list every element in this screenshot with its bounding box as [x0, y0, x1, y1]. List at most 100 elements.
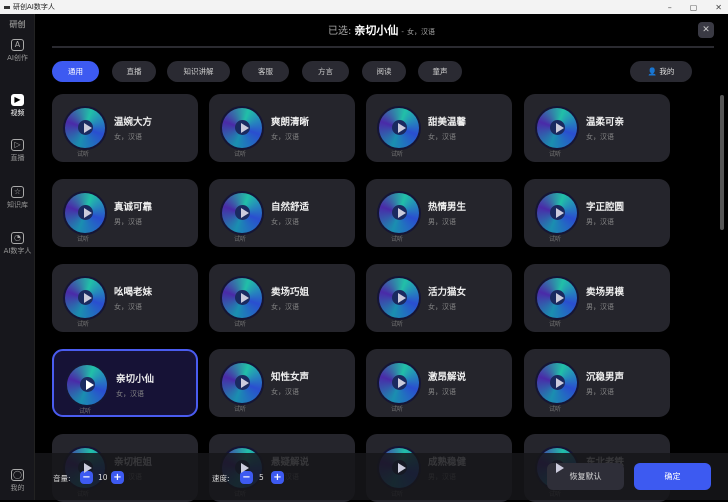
preview-label[interactable]: 试听 — [77, 319, 89, 328]
selected-voice-meta: 女，汉语 — [407, 28, 436, 36]
sidebar-item-1[interactable]: ▶ 视频 — [0, 94, 35, 118]
tab-2[interactable]: 知识讲解 — [167, 61, 230, 82]
close-dialog-button[interactable]: ✕ — [698, 22, 714, 38]
voice-card[interactable]: 试听 沉稳男声 男，汉语 — [524, 349, 670, 417]
play-icon[interactable] — [241, 378, 249, 388]
play-icon[interactable] — [241, 293, 249, 303]
tab-1[interactable]: 直播 — [112, 61, 156, 82]
play-icon[interactable] — [398, 123, 406, 133]
voice-meta: 男，汉语 — [586, 388, 614, 396]
tab-0[interactable]: 通用 — [52, 61, 99, 82]
speed-label: 速度: — [212, 474, 230, 483]
preview-label[interactable]: 试听 — [391, 234, 403, 243]
play-icon[interactable] — [398, 208, 406, 218]
preview-label[interactable]: 试听 — [234, 319, 246, 328]
play-icon[interactable] — [241, 463, 249, 473]
preview-label[interactable]: 试听 — [234, 149, 246, 158]
voice-name: 卖场男模 — [586, 287, 625, 298]
sidebar-item-3[interactable]: ☆ 知识库 — [0, 186, 35, 210]
preview-label[interactable]: 试听 — [234, 234, 246, 243]
preview-label[interactable]: 试听 — [77, 234, 89, 243]
user-icon: 👤 — [647, 67, 657, 76]
tab-3[interactable]: 客服 — [242, 61, 289, 82]
separator: - — [401, 28, 404, 36]
voice-card[interactable]: 试听 甜美温馨 女，汉语 — [366, 94, 512, 162]
bottom-controls: 音量: − 10 + 速度: − 5 + 恢复默认 确定 — [35, 453, 728, 500]
play-icon[interactable] — [241, 208, 249, 218]
scrollbar[interactable] — [720, 95, 724, 230]
sidebar-item-4[interactable]: ◔ AI数字人 — [0, 232, 35, 256]
preview-label[interactable]: 试听 — [77, 149, 89, 158]
play-icon[interactable] — [84, 463, 92, 473]
voice-meta: 男，汉语 — [428, 218, 456, 226]
preview-label[interactable]: 试听 — [549, 234, 561, 243]
voice-card[interactable]: 试听 爽朗清晰 女，汉语 — [209, 94, 355, 162]
voice-meta: 女，汉语 — [586, 133, 614, 141]
tab-4[interactable]: 方言 — [302, 61, 349, 82]
mine-button[interactable]: 👤 我的 — [630, 61, 692, 82]
play-icon[interactable] — [556, 123, 564, 133]
sidebar-icon: A — [11, 39, 24, 51]
play-icon[interactable] — [398, 463, 406, 473]
preview-label[interactable]: 试听 — [549, 149, 561, 158]
minimize-button[interactable]: – — [668, 3, 672, 12]
voice-meta: 男，汉语 — [586, 303, 614, 311]
voice-meta: 女，汉语 — [428, 303, 456, 311]
voice-name: 自然舒适 — [271, 202, 310, 213]
preview-label[interactable]: 试听 — [79, 406, 91, 415]
preview-label[interactable]: 试听 — [549, 404, 561, 413]
speed-value: 5 — [259, 473, 264, 482]
voice-card[interactable]: 试听 温柔可亲 女，汉语 — [524, 94, 670, 162]
play-icon[interactable] — [241, 123, 249, 133]
play-icon[interactable] — [398, 378, 406, 388]
voice-card[interactable]: 试听 字正腔圆 男，汉语 — [524, 179, 670, 247]
mine-label: 我的 — [659, 67, 675, 76]
sidebar-item-label: 我的 — [10, 484, 25, 492]
voice-card[interactable]: 试听 卖场巧姐 女，汉语 — [209, 264, 355, 332]
volume-increase-button[interactable]: + — [111, 471, 124, 484]
sidebar-item-0[interactable]: A AI创作 — [0, 39, 35, 63]
voice-name: 激昂解说 — [428, 372, 467, 383]
voice-card[interactable]: 试听 吆喝老妹 女，汉语 — [52, 264, 198, 332]
sidebar-item-2[interactable]: ▷ 直播 — [0, 139, 35, 163]
voice-meta: 女，汉语 — [271, 303, 299, 311]
speed-increase-button[interactable]: + — [271, 471, 284, 484]
voice-card[interactable]: 试听 真诚可靠 男，汉语 — [52, 179, 198, 247]
voice-card[interactable]: 试听 知性女声 女，汉语 — [209, 349, 355, 417]
voice-meta: 男，汉语 — [114, 218, 142, 226]
maximize-button[interactable]: ▢ — [690, 3, 698, 12]
play-icon[interactable] — [556, 293, 564, 303]
preview-label[interactable]: 试听 — [549, 319, 561, 328]
voice-card[interactable]: 试听 亲切小仙 女，汉语 — [52, 349, 198, 417]
play-icon[interactable] — [84, 208, 92, 218]
play-icon[interactable] — [86, 380, 94, 390]
play-icon[interactable] — [398, 293, 406, 303]
play-icon[interactable] — [84, 123, 92, 133]
voice-card[interactable]: 试听 自然舒适女，汉语 — [209, 179, 355, 247]
play-icon[interactable] — [84, 293, 92, 303]
voice-meta: 女，汉语 — [114, 133, 142, 141]
window-close-button[interactable]: ✕ — [715, 3, 722, 12]
tab-5[interactable]: 阅读 — [362, 61, 406, 82]
sidebar-icon: ▶ — [11, 94, 24, 106]
voice-meta: 女，汉语 — [271, 218, 299, 226]
confirm-button[interactable]: 确定 — [634, 463, 711, 490]
play-icon[interactable] — [556, 208, 564, 218]
voice-card[interactable]: 试听 激昂解说男，汉语 — [366, 349, 512, 417]
window-title: 研创AI数字人 — [13, 3, 55, 11]
voice-card[interactable]: 试听 热情男生 男，汉语 — [366, 179, 512, 247]
preview-label[interactable]: 试听 — [391, 404, 403, 413]
tab-6[interactable]: 童声 — [418, 61, 462, 82]
preview-label[interactable]: 试听 — [391, 149, 403, 158]
voice-card[interactable]: 试听 活力猫女 女，汉语 — [366, 264, 512, 332]
preview-label[interactable]: 试听 — [391, 319, 403, 328]
voice-card[interactable]: 试听 温婉大方 女，汉语 — [52, 94, 198, 162]
voice-meta: 女，汉语 — [271, 388, 299, 396]
voice-meta: 男，汉语 — [428, 388, 456, 396]
play-icon[interactable] — [556, 463, 564, 473]
sidebar-item-5[interactable]: ◯ 我的 — [0, 469, 35, 493]
play-icon[interactable] — [556, 378, 564, 388]
sidebar-icon: ▷ — [11, 139, 24, 151]
voice-card[interactable]: 试听 卖场男模男，汉语 — [524, 264, 670, 332]
preview-label[interactable]: 试听 — [234, 404, 246, 413]
